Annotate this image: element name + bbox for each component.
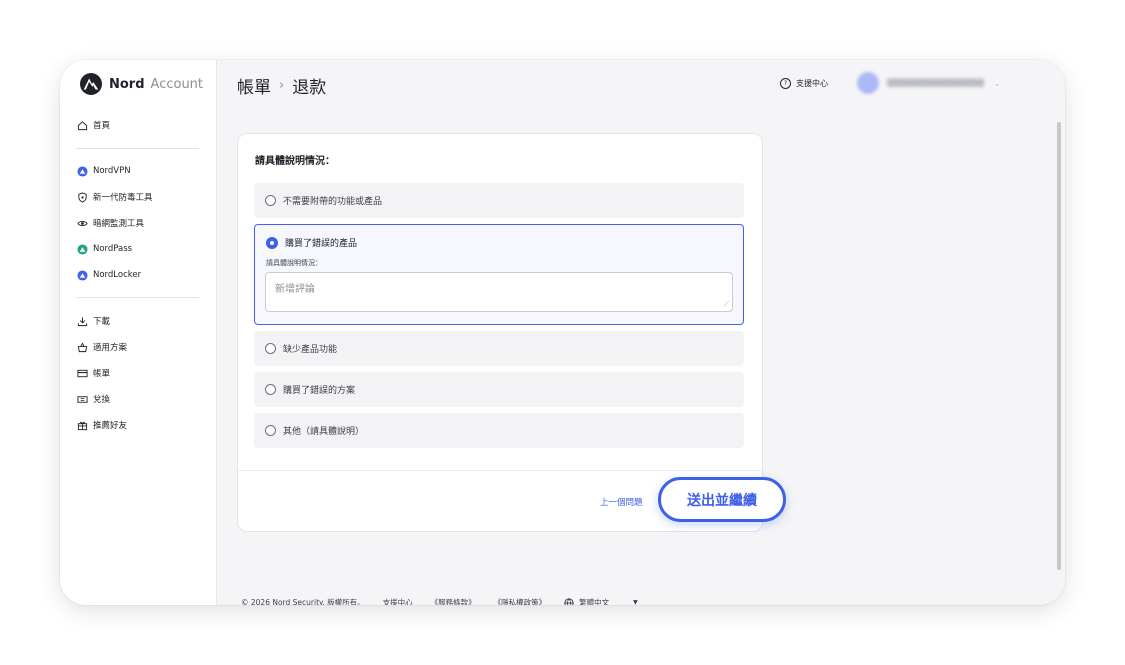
sidebar-divider xyxy=(76,297,199,298)
download-icon xyxy=(76,315,88,327)
gift-icon xyxy=(76,419,88,431)
sidebar-item-nordlocker[interactable]: NordLocker xyxy=(76,267,141,283)
language-selector[interactable]: 繁體中文 ▼ xyxy=(564,597,656,605)
avatar xyxy=(857,72,879,94)
sidebar-item-label: 暗網監測工具 xyxy=(93,219,145,229)
nordpass-icon xyxy=(76,243,88,255)
footer-link-terms[interactable]: 《服務條款》 xyxy=(431,597,476,605)
option-missing-features[interactable]: 缺少產品功能 xyxy=(254,331,744,366)
option-unneeded-features[interactable]: 不需要附帶的功能或產品 xyxy=(254,183,744,218)
sidebar-item-download[interactable]: 下載 xyxy=(76,313,110,329)
user-email-redacted: ██████████████████ xyxy=(887,79,984,87)
option-label: 不需要附帶的功能或產品 xyxy=(283,197,383,207)
logo-brand: Nord xyxy=(109,76,145,92)
radio-button[interactable] xyxy=(265,425,276,436)
previous-question-link[interactable]: 上一個問題 xyxy=(600,496,643,508)
sidebar-item-nordpass[interactable]: NordPass xyxy=(76,241,132,257)
resize-handle-icon[interactable]: ⟋ xyxy=(724,300,729,309)
language-label: 繁體中文 xyxy=(579,598,610,605)
comment-placeholder: 新增評論 xyxy=(275,284,315,295)
caret-down-icon: ▼ xyxy=(633,599,638,605)
chevron-down-icon: ⌄ xyxy=(993,78,1001,88)
detail-label: 請具體說明情況： xyxy=(266,259,322,267)
option-label: 購買了錯誤的產品 xyxy=(285,239,358,249)
support-label: 支援中心 xyxy=(796,79,828,88)
sidebar-item-label: 下載 xyxy=(93,317,111,327)
breadcrumb-separator: › xyxy=(279,77,285,93)
logo-product: Account xyxy=(150,76,204,92)
sidebar-item-label: 兌換 xyxy=(93,395,111,405)
sidebar-divider xyxy=(76,148,199,149)
globe-icon xyxy=(564,597,574,605)
ticket-icon xyxy=(76,393,88,405)
main-content: 帳單 › 退款 ? 支援中心 ██████████████████ ⌄ 請具體說… xyxy=(217,60,1065,605)
breadcrumb-billing[interactable]: 帳單 xyxy=(237,73,271,98)
sidebar-item-label: NordLocker xyxy=(93,270,142,280)
sidebar-item-redeem[interactable]: 兌換 xyxy=(76,391,110,407)
eye-icon xyxy=(76,217,88,229)
basket-icon xyxy=(76,341,88,353)
nordvpn-icon xyxy=(76,165,88,177)
sidebar-item-label: NordVPN xyxy=(93,166,131,176)
sidebar-item-label: 首頁 xyxy=(93,121,111,131)
card-icon xyxy=(76,367,88,379)
radio-button[interactable] xyxy=(265,343,276,354)
nord-account-logo[interactable]: Nord Account xyxy=(80,73,203,95)
nord-mountain-icon xyxy=(80,73,102,95)
refund-reason-card: 請具體說明情況： 不需要附帶的功能或產品 購買了錯誤的產品 請具體說明情況： 新… xyxy=(237,133,786,532)
sidebar-item-home[interactable]: 首頁 xyxy=(76,117,110,133)
radio-button[interactable] xyxy=(265,195,276,206)
sidebar-item-nordvpn[interactable]: NordVPN xyxy=(76,163,131,179)
option-label: 其他（請具體說明） xyxy=(283,427,365,437)
sidebar-item-label: NordPass xyxy=(93,244,133,254)
question-title: 請具體說明情況： xyxy=(255,156,335,167)
shield-icon xyxy=(76,191,88,203)
option-wrong-plan[interactable]: 購買了錯誤的方案 xyxy=(254,372,744,407)
user-menu[interactable]: ██████████████████ ⌄ xyxy=(857,72,1001,94)
sidebar-item-label: 帳單 xyxy=(93,369,111,379)
footer-link-privacy[interactable]: 《隱私權政策》 xyxy=(494,597,547,605)
option-label: 購買了錯誤的方案 xyxy=(283,386,356,396)
sidebar-item-darkweb[interactable]: 暗網監測工具 xyxy=(76,215,144,231)
submit-continue-button[interactable]: 送出並繼續 xyxy=(658,477,786,522)
help-icon: ? xyxy=(780,78,791,89)
sidebar-item-referral[interactable]: 推薦好友 xyxy=(76,417,127,433)
support-center-link[interactable]: ? 支援中心 xyxy=(780,78,828,89)
sidebar-item-label: 推薦好友 xyxy=(93,421,128,431)
comment-textarea[interactable]: 新增評論 ⟋ xyxy=(265,272,733,312)
sidebar-item-plans[interactable]: 適用方案 xyxy=(76,339,127,355)
scrollbar[interactable] xyxy=(1057,122,1061,570)
sidebar-item-label: 適用方案 xyxy=(93,343,128,353)
sidebar: Nord Account 首頁 NordVPN 新一代防毒工具 暗網監測工具 N… xyxy=(60,60,217,605)
option-other[interactable]: 其他（請具體說明） xyxy=(254,413,744,448)
option-wrong-product[interactable]: 購買了錯誤的產品 請具體說明情況： 新增評論 ⟋ xyxy=(254,224,744,325)
footer-link-support[interactable]: 支援中心 xyxy=(383,597,413,605)
copyright: © 2026 Nord Security. 版權所有。 xyxy=(241,598,365,605)
card-divider xyxy=(238,470,762,471)
app-window: Nord Account 首頁 NordVPN 新一代防毒工具 暗網監測工具 N… xyxy=(60,60,1065,605)
sidebar-item-label: 新一代防毒工具 xyxy=(93,193,153,203)
sidebar-item-billing[interactable]: 帳單 xyxy=(76,365,110,381)
radio-button[interactable] xyxy=(265,384,276,395)
footer: © 2026 Nord Security. 版權所有。 支援中心 《服務條款》 … xyxy=(241,597,674,605)
breadcrumb: 帳單 › 退款 xyxy=(237,73,327,98)
sidebar-item-antivirus[interactable]: 新一代防毒工具 xyxy=(76,189,153,205)
option-label: 缺少產品功能 xyxy=(283,345,338,355)
radio-button-selected[interactable] xyxy=(266,236,278,249)
breadcrumb-refund: 退款 xyxy=(292,77,327,98)
nordlocker-icon xyxy=(76,269,88,281)
home-icon xyxy=(76,119,88,131)
